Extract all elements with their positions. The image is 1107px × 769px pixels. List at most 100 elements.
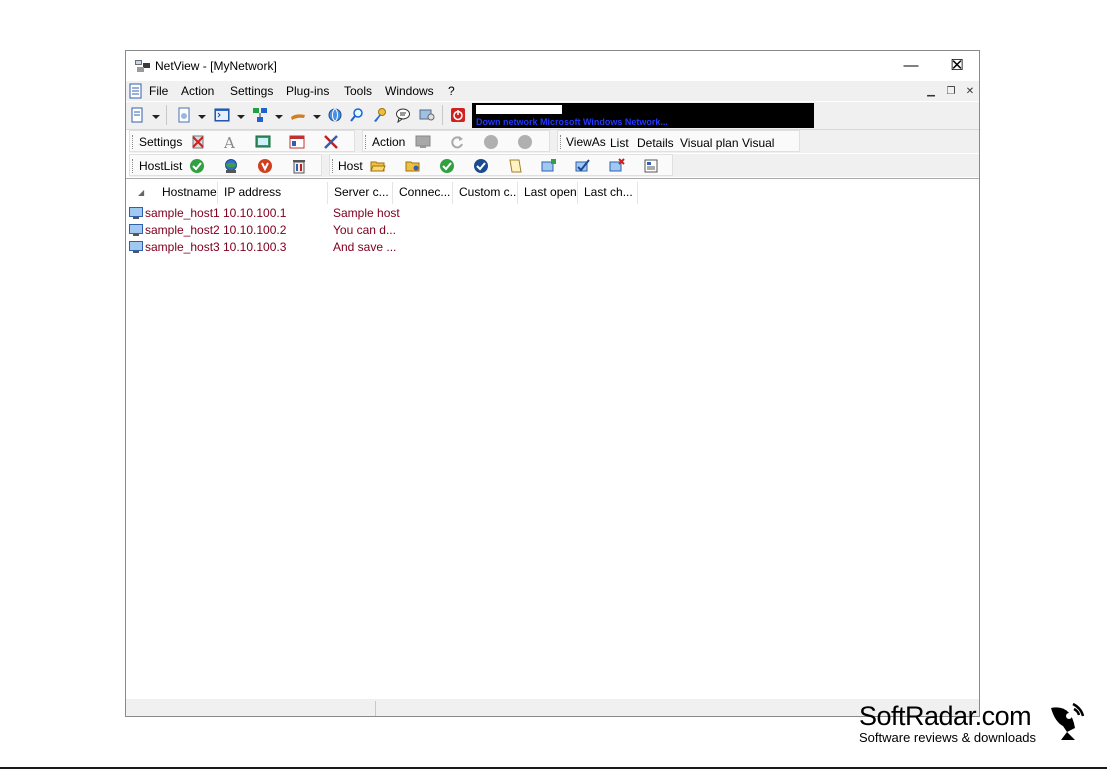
- network-icon[interactable]: [252, 107, 268, 123]
- message-icon[interactable]: [395, 107, 411, 123]
- shield-icon[interactable]: [257, 158, 273, 174]
- folder-icon[interactable]: [405, 158, 421, 174]
- column-header-connection[interactable]: Connec...: [393, 182, 453, 204]
- viewas-toolbar-label: ViewAs: [566, 135, 606, 149]
- column-header-hostname[interactable]: Hostname: [152, 182, 218, 204]
- row-server-comment: And save ...: [333, 240, 397, 254]
- host-add-icon[interactable]: [541, 158, 557, 174]
- note-icon[interactable]: [507, 158, 523, 174]
- check-icon[interactable]: [439, 158, 455, 174]
- new-dropdown-arrow[interactable]: [152, 115, 160, 119]
- hostlist-toolbar: HostList: [129, 154, 322, 176]
- wrench-icon[interactable]: [323, 134, 339, 150]
- window-icon[interactable]: [289, 134, 305, 150]
- column-header-custom-comment[interactable]: Custom c...: [453, 182, 518, 204]
- document-icon[interactable]: [176, 107, 192, 123]
- status-bar: [126, 699, 979, 716]
- viewas-list-button[interactable]: List: [610, 136, 629, 150]
- table-row[interactable]: sample_host1 10.10.100.1 Sample host: [126, 205, 979, 222]
- refresh-icon[interactable]: [449, 134, 465, 150]
- row-ip-address: 10.10.100.1: [223, 206, 287, 220]
- action-toolbar: Action: [362, 130, 550, 152]
- host-delete-icon[interactable]: [609, 158, 625, 174]
- menu-settings[interactable]: Settings: [230, 84, 273, 98]
- host-list-view[interactable]: ◢ Hostname IP address Server c... Connec…: [126, 178, 979, 700]
- globe-icon[interactable]: [327, 107, 343, 123]
- watermark-tagline: Software reviews & downloads: [859, 730, 1037, 745]
- display-icon[interactable]: [255, 134, 271, 150]
- folder-open-icon[interactable]: [370, 158, 386, 174]
- delete-icon[interactable]: [190, 134, 206, 150]
- menu-action[interactable]: Action: [181, 84, 214, 98]
- pipe-dropdown-arrow[interactable]: [313, 115, 321, 119]
- mdi-minimize-button[interactable]: ▁: [923, 84, 939, 99]
- search-icon[interactable]: [349, 107, 365, 123]
- menu-tools[interactable]: Tools: [344, 84, 372, 98]
- properties-icon[interactable]: [643, 158, 659, 174]
- column-header-last-change[interactable]: Last ch...: [578, 182, 638, 204]
- tools-icon[interactable]: [419, 107, 435, 123]
- close-button[interactable]: ✕: [934, 51, 979, 81]
- document-icon: [129, 83, 142, 99]
- menu-file[interactable]: File: [149, 84, 168, 98]
- power-icon[interactable]: [450, 107, 466, 123]
- host-computer-icon: [129, 241, 143, 253]
- menu-windows[interactable]: Windows: [385, 84, 434, 98]
- toolbar-grip[interactable]: [365, 135, 368, 149]
- toolbar-grip[interactable]: [132, 135, 135, 149]
- check-blue-icon[interactable]: [473, 158, 489, 174]
- toolbar-grip[interactable]: [132, 159, 135, 173]
- console-dropdown-arrow[interactable]: [237, 115, 245, 119]
- host-toolbar: Host: [329, 154, 673, 176]
- minimize-button[interactable]: —: [888, 51, 934, 81]
- toolbar-separator: [442, 105, 443, 125]
- menu-plugins[interactable]: Plug-ins: [286, 84, 329, 98]
- column-header-last-open[interactable]: Last open: [518, 182, 578, 204]
- new-icon[interactable]: [129, 107, 145, 123]
- console-icon[interactable]: [214, 107, 230, 123]
- document-dropdown-arrow[interactable]: [198, 115, 206, 119]
- row-hostname: sample_host1: [145, 206, 220, 220]
- monitor-icon[interactable]: [415, 134, 431, 150]
- row-hostname: sample_host2: [145, 223, 220, 237]
- main-toolbar: Down network Microsoft Windows Network..…: [126, 102, 979, 130]
- font-icon[interactable]: A: [222, 134, 238, 150]
- host-toolbar-label: Host: [338, 159, 363, 173]
- row-ip-address: 10.10.100.3: [223, 240, 287, 254]
- globe-add-icon[interactable]: [223, 158, 239, 174]
- trash-icon[interactable]: [291, 158, 307, 174]
- viewas-details-button[interactable]: Details: [637, 136, 674, 150]
- toolbar-grip[interactable]: [332, 159, 335, 173]
- settings-toolbar-label: Settings: [139, 135, 183, 149]
- pipe-icon[interactable]: [290, 107, 306, 123]
- mdi-restore-button[interactable]: ❐: [943, 84, 959, 99]
- toolbar-grip[interactable]: [560, 135, 563, 149]
- stop-icon[interactable]: [483, 134, 499, 150]
- menu-bar: File Action Settings Plug-ins Tools Wind…: [126, 81, 979, 101]
- table-row[interactable]: sample_host3 10.10.100.3 And save ...: [126, 239, 979, 256]
- host-computer-icon: [129, 224, 143, 236]
- row-server-comment: You can d...: [333, 223, 396, 237]
- key-icon[interactable]: [372, 107, 388, 123]
- mdi-close-button[interactable]: ✕: [962, 84, 978, 99]
- viewas-toolbar: ViewAs List Details Visual plan Visual m…: [557, 130, 800, 164]
- stop-icon[interactable]: [517, 134, 533, 150]
- banner-progress-bar: [476, 105, 562, 114]
- toolbar-row-2: Settings A Action ViewAs List Details Vi…: [129, 130, 979, 164]
- sort-arrow-icon: ◢: [138, 188, 145, 197]
- table-row[interactable]: sample_host2 10.10.100.2 You can d...: [126, 222, 979, 239]
- check-icon[interactable]: [189, 158, 205, 174]
- network-dropdown-arrow[interactable]: [275, 115, 283, 119]
- watermark-name: SoftRadar.com: [859, 701, 1032, 731]
- column-header-server-comment[interactable]: Server c...: [328, 182, 393, 204]
- host-edit-icon[interactable]: [575, 158, 591, 174]
- toolbar-row-3: HostList Host: [129, 154, 979, 177]
- menu-help[interactable]: ?: [448, 84, 455, 98]
- viewas-visual-plan-button[interactable]: Visual plan: [680, 136, 739, 150]
- banner-scroll-text: Down network Microsoft Windows Network..…: [476, 117, 668, 127]
- action-toolbar-label: Action: [372, 135, 406, 149]
- settings-toolbar: Settings A: [129, 130, 355, 152]
- title-bar[interactable]: NetView - [MyNetwork] — ☐: [126, 51, 979, 81]
- row-ip-address: 10.10.100.2: [223, 223, 287, 237]
- column-header-ip-address[interactable]: IP address: [218, 182, 328, 204]
